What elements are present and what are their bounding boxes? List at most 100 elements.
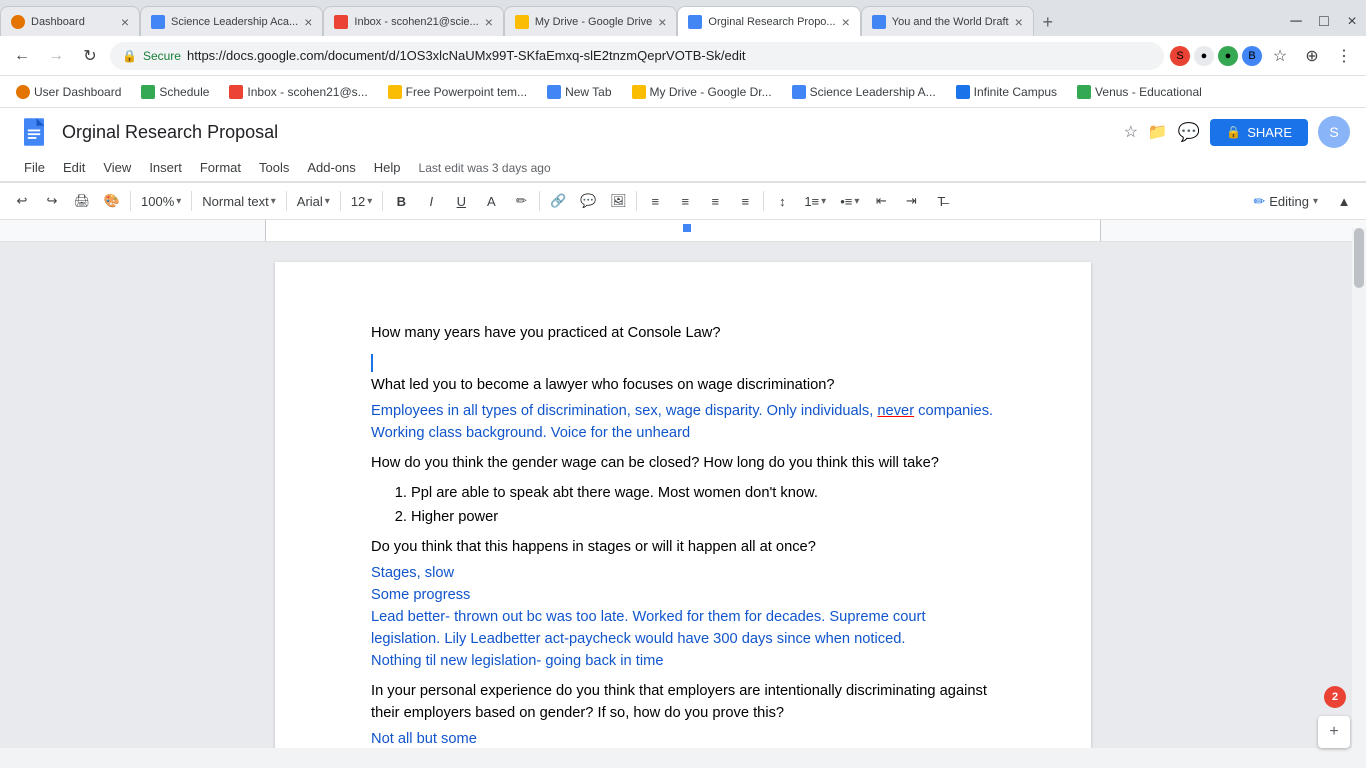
size-dropdown[interactable]: 12 ▾ (345, 192, 379, 211)
scrollbar[interactable] (1352, 228, 1366, 768)
align-justify-button[interactable]: ≡ (731, 187, 759, 215)
ext-icon-grey[interactable]: ● (1194, 46, 1214, 66)
print-button[interactable]: 🖨 (68, 187, 96, 215)
menu-file[interactable]: File (16, 156, 53, 179)
menu-format[interactable]: Format (192, 156, 249, 179)
separator (191, 191, 192, 211)
document-title[interactable]: Orginal Research Proposal (62, 122, 1114, 143)
question-4: Do you think that this happens in stages… (371, 536, 995, 558)
bold-button[interactable]: B (387, 187, 415, 215)
numbered-list-button[interactable]: 1≡ ▾ (798, 192, 832, 211)
menu-addons[interactable]: Add-ons (299, 156, 363, 179)
tab-youworlddraft[interactable]: You and the World Draft × (861, 6, 1034, 36)
tab-close-icon[interactable]: × (304, 14, 312, 30)
image-button[interactable]: 🖼 (604, 187, 632, 215)
bookmark-schedule[interactable]: Schedule (133, 83, 217, 101)
style-dropdown[interactable]: Normal text ▾ (196, 192, 282, 211)
close-button[interactable]: × (1338, 8, 1366, 36)
new-tab-button[interactable]: + (1034, 8, 1062, 36)
bookmark-venus[interactable]: Venus - Educational (1069, 83, 1210, 101)
url-bar[interactable]: 🔒 Secure https://docs.google.com/documen… (110, 42, 1164, 70)
menu-insert[interactable]: Insert (141, 156, 190, 179)
tab-close-icon[interactable]: × (842, 14, 850, 30)
restore-button[interactable]: □ (1310, 8, 1338, 36)
folder-icon[interactable]: 📁 (1148, 122, 1168, 142)
user-avatar[interactable]: S (1318, 116, 1350, 148)
share-button[interactable]: 🔒 SHARE (1210, 119, 1308, 146)
align-left-button[interactable]: ≡ (641, 187, 669, 215)
menu-view[interactable]: View (95, 156, 139, 179)
font-dropdown[interactable]: Arial ▾ (291, 192, 336, 211)
comment-icon[interactable]: 💬 (1178, 122, 1200, 143)
bookmark-newtab[interactable]: New Tab (539, 83, 619, 101)
bookmark-powerpoint[interactable]: Free Powerpoint tem... (380, 83, 535, 101)
extensions-button[interactable]: ⊕ (1298, 42, 1326, 70)
tab-close-icon[interactable]: × (485, 14, 493, 30)
answer-4d: Nothing til new legislation- going back … (371, 650, 995, 672)
line-spacing-button[interactable]: ↕ (768, 187, 796, 215)
underline-button[interactable]: U (447, 187, 475, 215)
highlight-button[interactable]: ✏ (507, 187, 535, 215)
back-button[interactable]: ← (8, 42, 36, 70)
share-label: SHARE (1247, 125, 1292, 140)
align-right-button[interactable]: ≡ (701, 187, 729, 215)
tab-close-icon[interactable]: × (1015, 14, 1023, 30)
menu-help[interactable]: Help (366, 156, 409, 179)
forward-button[interactable]: → (42, 42, 70, 70)
size-value: 12 (351, 194, 365, 209)
question-5: In your personal experience do you think… (371, 680, 995, 724)
ext-icon-blue[interactable]: B (1242, 46, 1262, 66)
bookmark-inbox[interactable]: Inbox - scohen21@s... (221, 83, 375, 101)
bookmark-label: Inbox - scohen21@s... (247, 85, 367, 99)
scrollbar-thumb[interactable] (1354, 228, 1364, 288)
star-icon[interactable]: ☆ (1124, 122, 1138, 142)
comment-add-button[interactable]: 💬 (574, 187, 602, 215)
bookmark-infinitecampus[interactable]: Infinite Campus (948, 83, 1065, 101)
bookmark-label: New Tab (565, 85, 611, 99)
ext-icon-green[interactable]: ● (1218, 46, 1238, 66)
reload-button[interactable]: ↻ (76, 42, 104, 70)
ext-icon-red[interactable]: S (1170, 46, 1190, 66)
link-button[interactable]: 🔗 (544, 187, 572, 215)
add-comment-button[interactable]: + (1318, 716, 1350, 748)
ruler-tab-indent[interactable] (683, 224, 691, 232)
tab-research[interactable]: Orginal Research Propo... × (677, 6, 860, 36)
separator (286, 191, 287, 211)
tab-inbox[interactable]: Inbox - scohen21@scie... × (323, 6, 503, 36)
gdocs-header: Orginal Research Proposal ☆ 📁 💬 🔒 SHARE … (0, 108, 1366, 182)
tab-science[interactable]: Science Leadership Aca... × (140, 6, 323, 36)
bottom-right-buttons: + (1318, 716, 1350, 748)
font-value: Arial (297, 194, 323, 209)
decrease-indent-button[interactable]: ⇤ (867, 187, 895, 215)
menu-tools[interactable]: Tools (251, 156, 297, 179)
answer-5a: Not all but some (371, 728, 995, 748)
bookmark-science[interactable]: Science Leadership A... (784, 83, 944, 101)
editing-button[interactable]: ✏ Editing ▾ (1245, 189, 1326, 214)
secure-label: Secure (143, 49, 181, 63)
tab-close-icon[interactable]: × (121, 14, 129, 30)
font-color-button[interactable]: A (477, 187, 505, 215)
menu-edit[interactable]: Edit (55, 156, 93, 179)
redo-button[interactable]: ↪ (38, 187, 66, 215)
tab-gdrive[interactable]: My Drive - Google Drive × (504, 6, 678, 36)
clear-formatting-button[interactable]: T̶ (927, 187, 955, 215)
bookmark-user-dashboard[interactable]: User Dashboard (8, 83, 129, 101)
list-item-1: Ppl are able to speak abt there wage. Mo… (411, 482, 995, 504)
minimize-button[interactable]: ─ (1282, 8, 1310, 36)
paint-format-button[interactable]: 🎨 (98, 187, 126, 215)
align-center-button[interactable]: ≡ (671, 187, 699, 215)
chrome-menu-button[interactable]: ⋮ (1330, 42, 1358, 70)
list-item-2: Higher power (411, 506, 995, 528)
tab-close-icon[interactable]: × (658, 14, 666, 30)
collapse-toolbar-button[interactable]: ▲ (1330, 187, 1358, 215)
increase-indent-button[interactable]: ⇥ (897, 187, 925, 215)
bullet-list-button[interactable]: •≡ ▾ (834, 192, 865, 211)
undo-button[interactable]: ↩ (8, 187, 36, 215)
italic-button[interactable]: I (417, 187, 445, 215)
separator (636, 191, 637, 211)
zoom-dropdown[interactable]: 100% ▾ (135, 192, 187, 211)
tab-dashboard[interactable]: Dashboard × (0, 6, 140, 36)
bookmark-button[interactable]: ☆ (1266, 42, 1294, 70)
document-page[interactable]: How many years have you practiced at Con… (275, 262, 1091, 748)
bookmark-gdrive[interactable]: My Drive - Google Dr... (624, 83, 780, 101)
